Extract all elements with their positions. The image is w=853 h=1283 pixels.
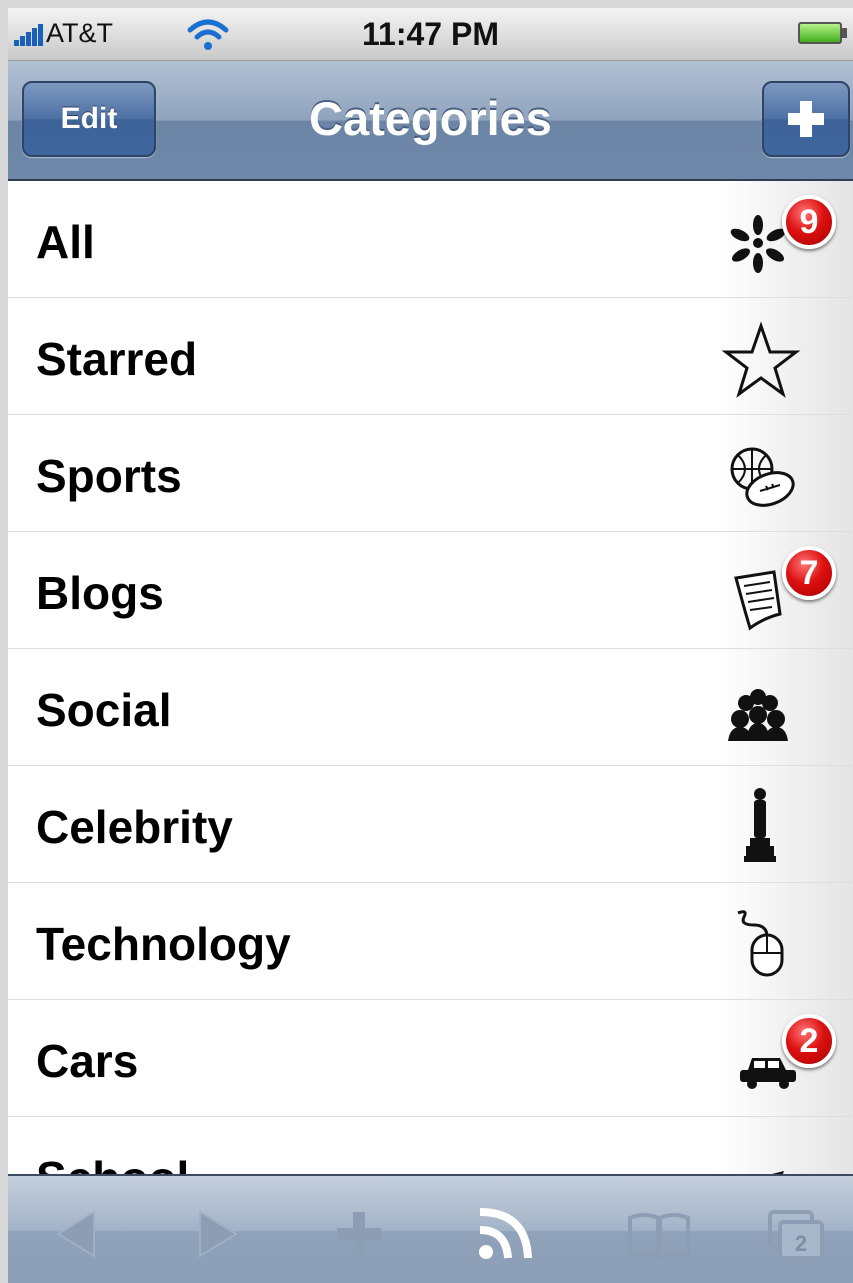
category-label: Technology (36, 918, 291, 970)
category-label: Social (36, 684, 172, 736)
bookmarks-icon[interactable] (624, 1204, 694, 1264)
star-icon (721, 321, 801, 398)
add-category-button[interactable] (762, 81, 850, 157)
category-label: Starred (36, 333, 198, 385)
category-label: Celebrity (36, 801, 233, 853)
category-label: Sports (36, 450, 182, 502)
battery-tip (842, 28, 847, 38)
category-list: All 9 Starred Sports Blogs 7 Social Cele… (8, 181, 853, 1234)
add-icon[interactable] (324, 1204, 394, 1264)
unread-badge: 9 (782, 195, 836, 249)
category-label: Blogs (36, 567, 164, 619)
category-row-starred[interactable]: Starred (8, 298, 853, 415)
plus-icon (788, 101, 824, 137)
unread-badge: 2 (782, 1014, 836, 1068)
category-row-all[interactable]: All 9 (8, 181, 853, 298)
category-row-technology[interactable]: Technology (8, 883, 853, 1000)
status-bar: AT&T 11:47 PM (8, 8, 853, 61)
rss-icon[interactable] (472, 1204, 542, 1264)
back-arrow-icon[interactable] (44, 1204, 114, 1264)
balls-icon (730, 447, 795, 507)
bottom-toolbar: 2 (8, 1174, 853, 1283)
category-label: Cars (36, 1035, 139, 1087)
page-title: Categories (309, 92, 552, 145)
category-row-sports[interactable]: Sports (8, 415, 853, 532)
category-row-blogs[interactable]: Blogs 7 (8, 532, 853, 649)
tabs-count: 2 (795, 1231, 807, 1256)
unread-badge: 7 (782, 546, 836, 600)
category-row-cars[interactable]: Cars 2 (8, 1000, 853, 1117)
category-label: All (36, 216, 95, 268)
clock: 11:47 PM (362, 16, 499, 52)
forward-arrow-icon[interactable] (180, 1204, 250, 1264)
tabs-icon[interactable]: 2 (762, 1204, 832, 1264)
battery-icon (798, 22, 842, 44)
mouse-icon (737, 910, 784, 977)
trophy-icon (744, 788, 776, 862)
people-icon (728, 689, 788, 741)
navigation-bar: Edit Categories (8, 61, 853, 181)
phone-screen: AT&T 11:47 PM Edit Categories All 9 Star… (8, 8, 853, 1283)
category-row-celebrity[interactable]: Celebrity (8, 766, 853, 883)
category-row-social[interactable]: Social (8, 649, 853, 766)
